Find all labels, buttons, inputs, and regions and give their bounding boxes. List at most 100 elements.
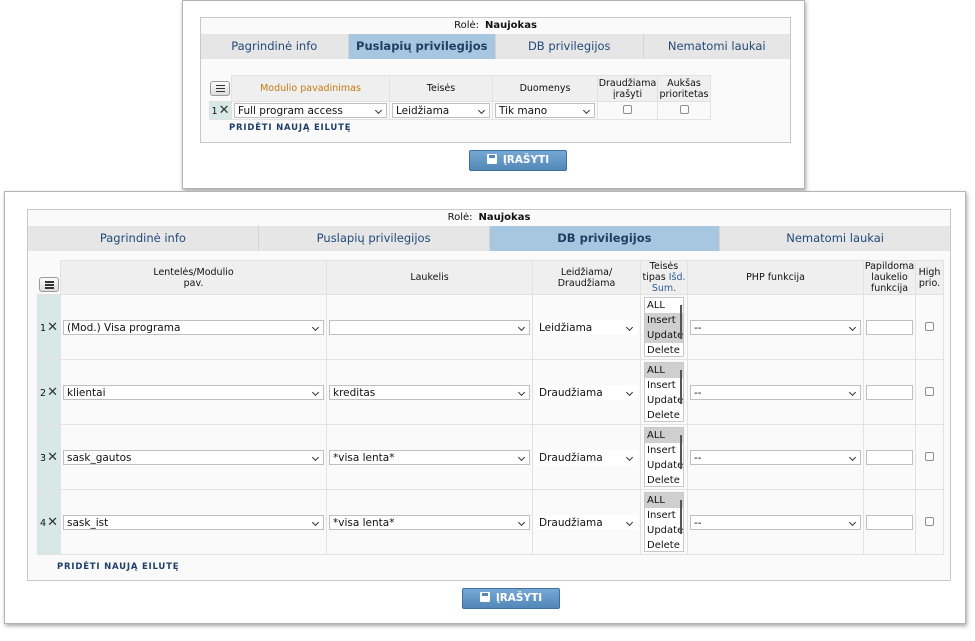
tab-db-privileges[interactable]: DB privilegijos [496,34,644,59]
right-option-delete[interactable]: Delete [645,473,683,486]
right-type-link[interactable]: Išd. [669,272,686,283]
delete-row-icon[interactable]: ✕ [47,320,58,335]
role-row: Rolė: Naujokas [201,18,790,34]
right-type-listbox[interactable]: ALL Insert Update Delete [644,297,684,357]
page-privileges-panel: Rolė: Naujokas Pagrindinė info Puslapių p… [200,17,791,143]
right-option-delete[interactable]: Delete [645,343,683,356]
row-menu-button[interactable] [38,277,59,292]
table-row: 3✕ sask_gautos *visa lenta* Draudžiama A… [37,424,944,490]
tab-main-info[interactable]: Pagrindinė info [28,226,259,251]
high-prio-checkbox[interactable] [925,321,934,331]
tab-db-privileges[interactable]: DB privilegijos [489,226,721,251]
col-module-name: Modulio pavadinimas [231,75,390,102]
right-option-all[interactable]: ALL [645,298,683,313]
right-type-listbox[interactable]: ALL Insert Update Delete [644,492,684,552]
tab-page-privileges[interactable]: Puslapių privilegijos [258,226,490,251]
table-select[interactable]: sask_ist [63,514,324,530]
delete-row-icon[interactable]: ✕ [47,385,58,400]
table-row: 1✕ (Mod.) Visa programa Leidžiama ALL In… [37,294,944,360]
tab-bar: Pagrindinė info Puslapių privilegijos DB… [28,226,950,251]
tab-hidden-fields[interactable]: Nematomi laukai [720,226,950,251]
role-row: Rolė: Naujokas [28,210,950,226]
extra-function-input[interactable] [866,384,913,400]
right-type-listbox[interactable]: ALL Insert Update Delete [644,362,684,422]
delete-row-icon[interactable]: ✕ [47,515,58,530]
db-privileges-window: Rolė: Naujokas Pagrindinė info Puslapių p… [4,191,966,624]
right-option-update[interactable]: Update [645,328,683,343]
right-option-update[interactable]: Update [645,393,683,408]
col-allow-deny: Leidžiama/Draudžiama [532,260,641,295]
php-function-select[interactable]: -- [690,514,861,530]
col-right-type: Teisės tipas Išd. Sum. [640,260,688,295]
right-option-insert[interactable]: Insert [645,443,683,458]
right-type-link[interactable]: Sum. [652,283,676,294]
role-value: Naujokas [478,212,531,223]
data-select[interactable]: Tik mano [495,103,595,118]
allow-deny-select[interactable]: Draudžiama [535,384,638,400]
tab-hidden-fields[interactable]: Nematomi laukai [643,34,790,59]
table-select[interactable]: klientai [63,384,324,400]
listbox-scrollbar[interactable] [680,305,682,339]
right-option-insert[interactable]: Insert [645,508,683,523]
rights-select[interactable]: Leidžiama [392,103,490,118]
page-privileges-window: Rolė: Naujokas Pagrindinė info Puslapių p… [182,0,805,189]
col-extra-function: Papildoma laukelio funkcija [863,260,916,295]
col-table-module: Lentelės/Modulio pav. [60,260,327,295]
high-prio-checkbox[interactable] [925,386,934,396]
listbox-scrollbar[interactable] [680,370,682,404]
allow-deny-select[interactable]: Draudžiama [535,514,638,530]
table-select[interactable]: (Mod.) Visa programa [63,319,324,335]
row-index: 1 [211,106,218,117]
field-select[interactable]: kreditas [329,384,530,400]
allow-deny-select[interactable]: Draudžiama [535,449,638,465]
field-select[interactable] [329,319,530,335]
right-type-listbox[interactable]: ALL Insert Update Delete [644,427,684,487]
tab-bar: Pagrindinė info Puslapių privilegijos DB… [201,34,790,59]
php-function-select[interactable]: -- [690,449,861,465]
module-select[interactable]: Full program access [234,103,387,118]
right-option-insert[interactable]: Insert [645,313,683,328]
table-select[interactable]: sask_gautos [63,449,324,465]
allow-deny-select[interactable]: Leidžiama [535,319,638,335]
right-option-update[interactable]: Update [645,523,683,538]
listbox-scrollbar[interactable] [680,435,682,469]
high-prio-checkbox[interactable] [925,451,934,461]
right-option-update[interactable]: Update [645,458,683,473]
db-privileges-panel: Rolė: Naujokas Pagrindinė info Puslapių p… [27,209,951,581]
right-option-delete[interactable]: Delete [645,538,683,551]
field-select[interactable]: *visa lenta* [329,449,530,465]
right-option-delete[interactable]: Delete [645,408,683,421]
right-option-insert[interactable]: Insert [645,378,683,393]
right-option-all[interactable]: ALL [645,428,683,443]
col-field: Laukelis [326,260,533,295]
right-option-all[interactable]: ALL [645,493,683,508]
save-button[interactable]: ĮRAŠYTI [469,150,567,171]
delete-row-icon[interactable]: ✕ [219,103,230,118]
extra-function-input[interactable] [866,514,913,530]
extra-function-input[interactable] [866,319,913,335]
php-function-select[interactable]: -- [690,384,861,400]
high-prio-checkbox[interactable] [925,516,934,526]
extra-function-input[interactable] [866,449,913,465]
php-function-select[interactable]: -- [690,319,861,335]
header-row: Modulio pavadinimas Teisės Duomenys Drau… [209,75,711,102]
row-index: 2 [40,387,47,399]
row-index: 3 [40,452,47,464]
listbox-scrollbar[interactable] [680,500,682,534]
tab-main-info[interactable]: Pagrindinė info [201,34,349,59]
tab-page-privileges[interactable]: Puslapių privilegijos [348,34,496,59]
col-high-prio: High prio. [915,260,944,295]
add-row-link[interactable]: Pridėti naują eilutę [229,123,351,133]
field-select[interactable]: *visa lenta* [329,514,530,530]
save-button[interactable]: ĮRAŠYTI [462,588,560,609]
role-value: Naujokas [485,20,537,31]
high-priority-checkbox[interactable] [679,105,689,114]
deny-write-checkbox[interactable] [623,105,632,114]
row-menu-button[interactable] [210,80,231,96]
add-row-link[interactable]: Pridėti naują eilutę [57,562,179,572]
right-option-all[interactable]: ALL [645,363,683,378]
col-php-function: PHP funkcija [687,260,864,295]
delete-row-icon[interactable]: ✕ [47,450,58,465]
table-row: 4✕ sask_ist *visa lenta* Draudžiama ALL … [37,489,944,555]
page-privileges-table: Modulio pavadinimas Teisės Duomenys Drau… [209,75,711,120]
